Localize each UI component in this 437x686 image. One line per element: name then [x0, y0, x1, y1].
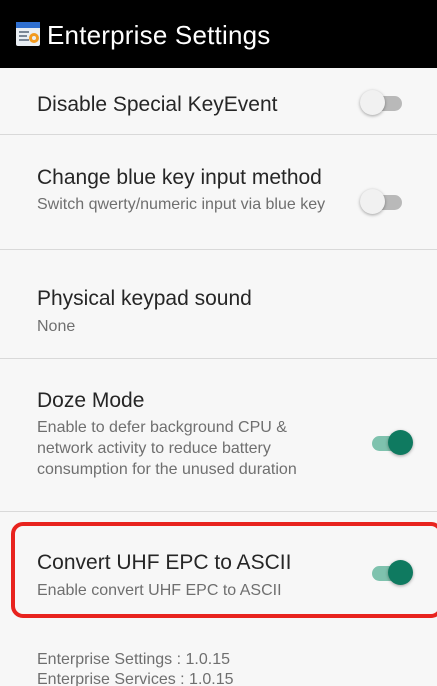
setting-summary: None — [37, 318, 76, 335]
setting-physical-keypad-sound[interactable]: Physical keypad sound None — [0, 250, 437, 358]
setting-change-blue-key-input[interactable]: Change blue key input method Switch qwer… — [0, 135, 437, 249]
switch-thumb — [388, 430, 413, 455]
setting-doze-mode[interactable]: Doze Mode Enable to defer background CPU… — [0, 359, 437, 511]
setting-disable-special-keyevent[interactable]: Disable Special KeyEvent — [0, 68, 437, 134]
settings-app-icon — [15, 21, 41, 47]
disable-special-keyevent-switch[interactable] — [360, 85, 408, 121]
change-blue-key-input-switch[interactable] — [360, 184, 408, 220]
switch-thumb — [360, 90, 385, 115]
app-bar: Enterprise Settings — [0, 0, 437, 68]
setting-summary: Switch qwerty/numeric input via blue key — [37, 196, 326, 213]
setting-title: Doze Mode — [37, 389, 145, 412]
setting-title: Change blue key input method — [37, 166, 322, 189]
doze-mode-switch[interactable] — [366, 425, 414, 461]
settings-version-text: Enterprise Settings : 1.0.15 — [37, 651, 230, 668]
enterprise-settings-screen: Enterprise Settings Disable Special KeyE… — [0, 0, 437, 686]
setting-summary: Enable to defer background CPU & network… — [37, 419, 297, 478]
setting-title: Physical keypad sound — [37, 287, 252, 310]
setting-title: Disable Special KeyEvent — [37, 93, 278, 116]
switch-thumb — [360, 189, 385, 214]
highlight-box — [11, 522, 437, 618]
services-version-text: Enterprise Services : 1.0.15 — [37, 671, 234, 686]
page-title: Enterprise Settings — [47, 20, 271, 50]
